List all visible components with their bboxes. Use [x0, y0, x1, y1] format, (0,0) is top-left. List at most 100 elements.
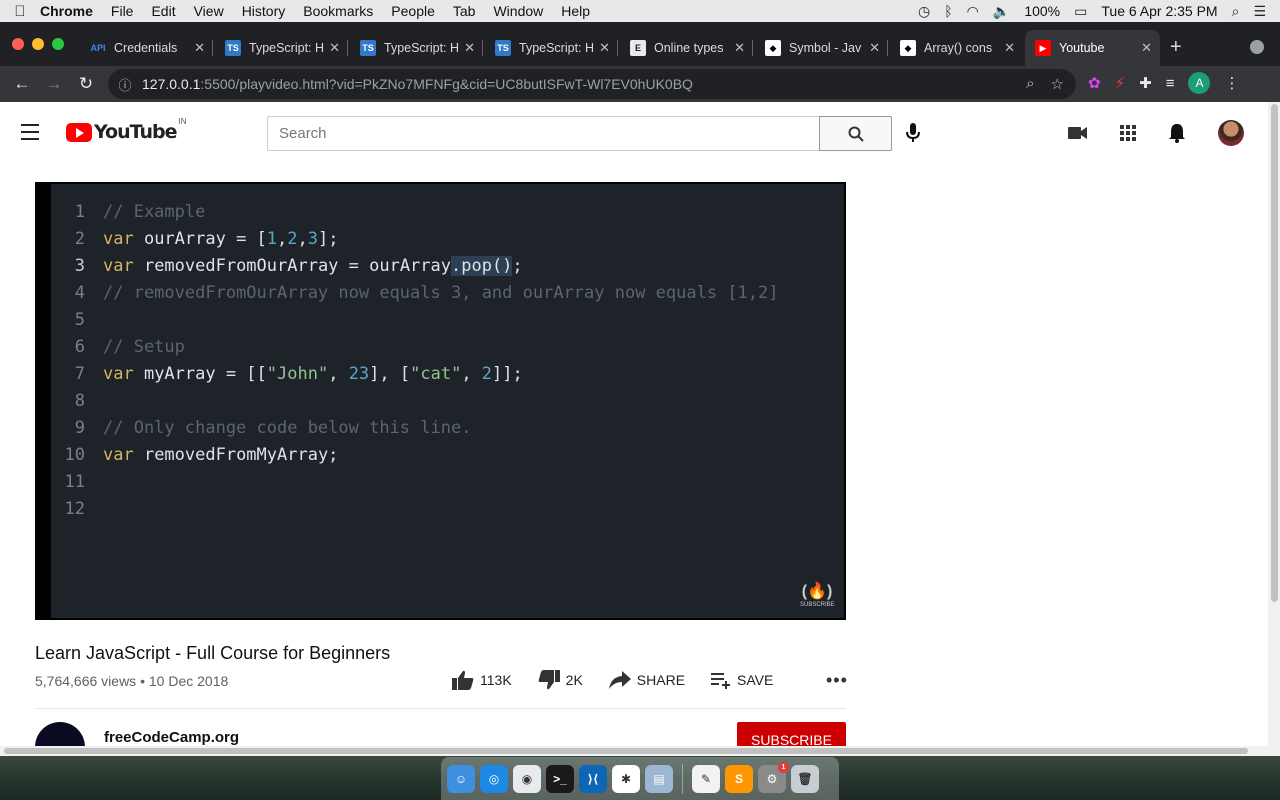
channel-avatar[interactable]	[35, 722, 85, 746]
menu-file[interactable]: File	[111, 3, 134, 19]
site-info-icon[interactable]: ⓘ	[108, 75, 142, 94]
minimize-window-button[interactable]	[32, 38, 44, 50]
reload-button[interactable]: ↻	[70, 74, 102, 94]
menu-people[interactable]: People	[391, 3, 435, 19]
menu-view[interactable]: View	[194, 3, 224, 19]
battery-icon[interactable]: ▭	[1074, 3, 1087, 20]
close-window-button[interactable]	[12, 38, 24, 50]
browser-tab[interactable]: ◆ Array() cons ✕	[890, 30, 1023, 66]
new-tab-button[interactable]: +	[1170, 36, 1182, 59]
menu-app-name[interactable]: Chrome	[40, 3, 93, 19]
tab-close-icon[interactable]: ✕	[1004, 40, 1015, 56]
battery-percent[interactable]: 100%	[1024, 3, 1060, 19]
youtube-logo[interactable]: YouTube IN	[66, 117, 186, 143]
browser-tab[interactable]: TS TypeScript: H ✕	[350, 30, 483, 66]
safari-dock-icon[interactable]: ◎	[480, 764, 508, 793]
browser-tab[interactable]: TS TypeScript: H ✕	[215, 30, 348, 66]
media-control-icon[interactable]: ≡	[1166, 75, 1175, 92]
tab-title: TypeScript: H	[519, 41, 595, 55]
video-frame-code-editor: 1// Example 2 var ourArray = [1, 2, 3]; 3 var …	[51, 184, 844, 618]
horizontal-scrollbar[interactable]	[0, 746, 1280, 756]
hamburger-menu-icon[interactable]	[21, 124, 39, 145]
apple-menu-icon[interactable]: 	[0, 3, 40, 20]
bolt-extension-icon[interactable]: ⚡	[1115, 74, 1126, 92]
slack-dock-icon[interactable]: ✱	[612, 764, 640, 793]
finder-dock-icon[interactable]: ☺	[447, 764, 475, 793]
tab-separator	[887, 40, 888, 56]
apps-grid-icon[interactable]	[1120, 125, 1136, 141]
search-input[interactable]: Search	[267, 116, 820, 151]
tab-close-icon[interactable]: ✕	[329, 40, 340, 56]
create-video-icon[interactable]	[1068, 126, 1088, 140]
notification-center-icon[interactable]: ☰	[1253, 3, 1266, 20]
dislike-button[interactable]: 2K	[538, 670, 583, 690]
notifications-bell-icon[interactable]	[1168, 123, 1186, 143]
sublime-dock-icon[interactable]: S	[725, 764, 753, 793]
vertical-scrollbar[interactable]	[1268, 102, 1280, 746]
wifi-icon[interactable]: ◠	[967, 3, 979, 20]
channel-watermark[interactable]: (🔥) SUBSCRIBE	[800, 581, 835, 608]
tab-close-icon[interactable]: ✕	[599, 40, 610, 56]
vertical-scroll-thumb[interactable]	[1271, 104, 1278, 602]
view-count: 5,764,666 views	[35, 673, 137, 689]
more-actions-icon[interactable]: •••	[826, 670, 848, 691]
search-button[interactable]	[819, 116, 892, 151]
like-button[interactable]: 113K	[452, 670, 512, 690]
tab-close-icon[interactable]: ✕	[734, 40, 745, 56]
user-avatar[interactable]	[1218, 120, 1244, 146]
microphone-icon[interactable]	[906, 123, 920, 148]
share-button[interactable]: SHARE	[608, 671, 685, 689]
menu-help[interactable]: Help	[561, 3, 590, 19]
terminal-dock-icon[interactable]: >_	[546, 764, 574, 793]
bookmark-star-icon[interactable]: ☆	[1051, 75, 1064, 93]
bluetooth-icon[interactable]: ᛒ	[944, 3, 952, 19]
menu-tab[interactable]: Tab	[453, 3, 476, 19]
code-token: var	[103, 444, 134, 465]
browser-tab[interactable]: API Credentials ✕	[80, 30, 213, 66]
line-number: 1	[74, 201, 85, 222]
spotlight-icon[interactable]: ⌕	[1232, 3, 1240, 20]
sublime-glyph: S	[734, 771, 743, 786]
tab-close-icon[interactable]: ✕	[869, 40, 880, 56]
profile-avatar[interactable]: A	[1188, 72, 1211, 94]
back-button[interactable]: ←	[6, 74, 38, 94]
zoom-icon[interactable]: ⌕	[1026, 75, 1034, 93]
trash-dock-icon[interactable]: 🗑	[791, 764, 819, 793]
preview-dock-icon[interactable]: ▤	[645, 764, 673, 793]
tab-search-icon[interactable]	[1250, 40, 1264, 54]
tab-separator	[482, 40, 483, 56]
extensions-puzzle-icon[interactable]: ✚	[1139, 74, 1152, 92]
browser-tab[interactable]: ▶ Youtube ✕	[1025, 30, 1160, 66]
notes-dock-icon[interactable]: ✎	[692, 764, 720, 793]
zoom-window-button[interactable]	[52, 38, 64, 50]
color-picker-extension-icon[interactable]: ✿	[1088, 74, 1101, 92]
volume-icon[interactable]: 🔈	[993, 3, 1010, 20]
browser-tab[interactable]: TS TypeScript: H ✕	[485, 30, 618, 66]
chrome-dock-icon[interactable]: ◉	[513, 764, 541, 793]
save-button[interactable]: SAVE	[711, 671, 773, 689]
system-preferences-dock-icon[interactable]: ⚙ 1	[758, 761, 789, 793]
video-player[interactable]: 1// Example 2 var ourArray = [1, 2, 3]; 3 var …	[35, 182, 846, 620]
chrome-menu-icon[interactable]: ⋮	[1224, 74, 1239, 92]
menu-history[interactable]: History	[242, 3, 286, 19]
vscode-dock-icon[interactable]: ⟩⟨	[579, 764, 607, 793]
menu-window[interactable]: Window	[493, 3, 543, 19]
channel-name[interactable]: freeCodeCamp.org	[104, 729, 239, 746]
time-machine-icon[interactable]: ◷	[918, 3, 930, 20]
browser-tab[interactable]: E Online types ✕	[620, 30, 753, 66]
subscribe-button[interactable]: SUBSCRIBE	[737, 722, 846, 746]
browser-tab[interactable]: ◆ Symbol - Jav ✕	[755, 30, 888, 66]
code-token: // Example	[103, 201, 206, 222]
menu-bookmarks[interactable]: Bookmarks	[303, 3, 373, 19]
address-bar[interactable]: ⓘ 127.0.0.1:5500/playvideo.html?vid=PkZN…	[108, 69, 1076, 99]
video-meta: 5,764,666 views • 10 Dec 2018	[35, 673, 229, 689]
tab-close-icon[interactable]: ✕	[1141, 40, 1152, 56]
tab-close-icon[interactable]: ✕	[464, 40, 475, 56]
forward-button[interactable]: →	[38, 74, 70, 94]
tab-close-icon[interactable]: ✕	[194, 40, 205, 56]
chrome-glyph: ◉	[521, 771, 533, 786]
url-host: 127.0.0.1	[142, 76, 201, 92]
menu-edit[interactable]: Edit	[151, 3, 175, 19]
horizontal-scroll-thumb[interactable]	[4, 748, 1248, 754]
clock[interactable]: Tue 6 Apr 2:35 PM	[1101, 3, 1217, 19]
